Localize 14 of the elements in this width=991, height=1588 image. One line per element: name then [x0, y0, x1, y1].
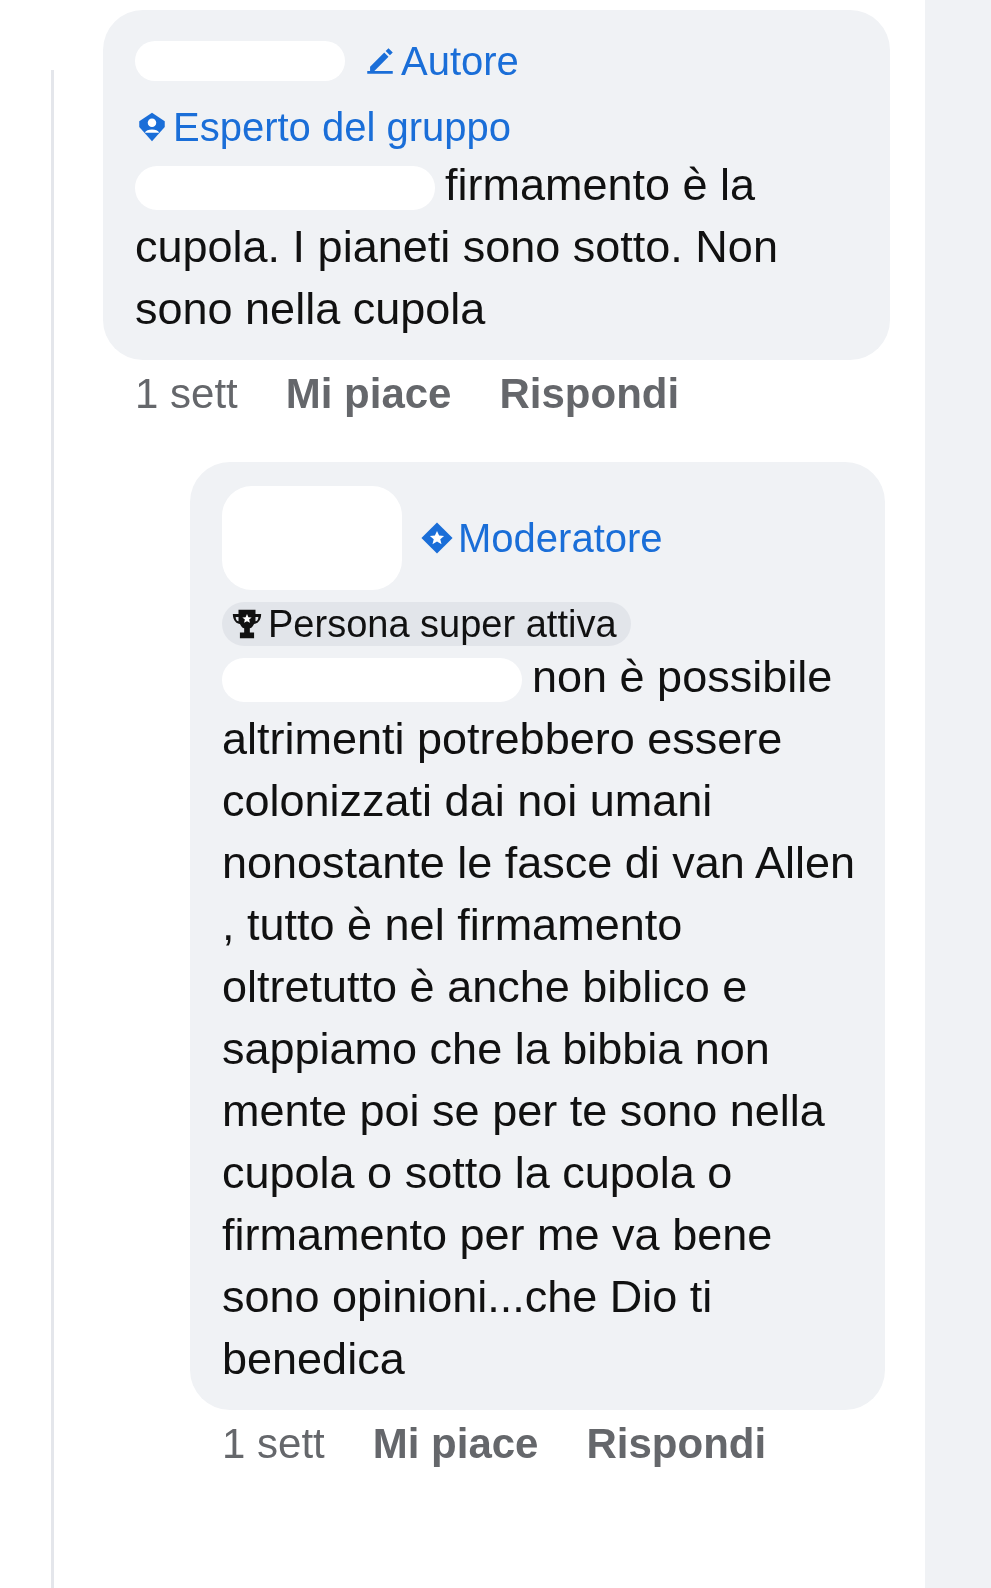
- like-link[interactable]: Mi piace: [372, 1420, 539, 1468]
- trophy-icon: [230, 607, 264, 641]
- badge-label: Esperto del gruppo: [135, 100, 511, 154]
- badge-label: Autore: [363, 34, 519, 88]
- reply-link[interactable]: Rispondi: [499, 370, 680, 418]
- timestamp: 1 sett: [135, 370, 238, 418]
- reply-link[interactable]: Rispondi: [586, 1420, 767, 1468]
- comment-text: firmamento è la cupola. I pianeti sono sotto. Non sono nella cupola: [135, 158, 779, 336]
- timestamp: 1 sett: [222, 1420, 325, 1468]
- star-diamond-icon: [420, 521, 454, 555]
- role-pill: Persona super attiva: [222, 602, 631, 646]
- comment-text: non è possibile altrimenti potrebbero essere colonizzati dai noi umani nonostante le fasce di van Allen , tutto è nel firmamento oltretutto è anche biblico e sappiamo che la bibbia non mente poi se per te sono nella cupola o sotto la cupola o firmamento per me va bene sono opinioni...che Dio ti benedica: [222, 650, 855, 1386]
- badge-label: Moderatore: [420, 511, 663, 565]
- like-link[interactable]: Mi piace: [285, 370, 452, 418]
